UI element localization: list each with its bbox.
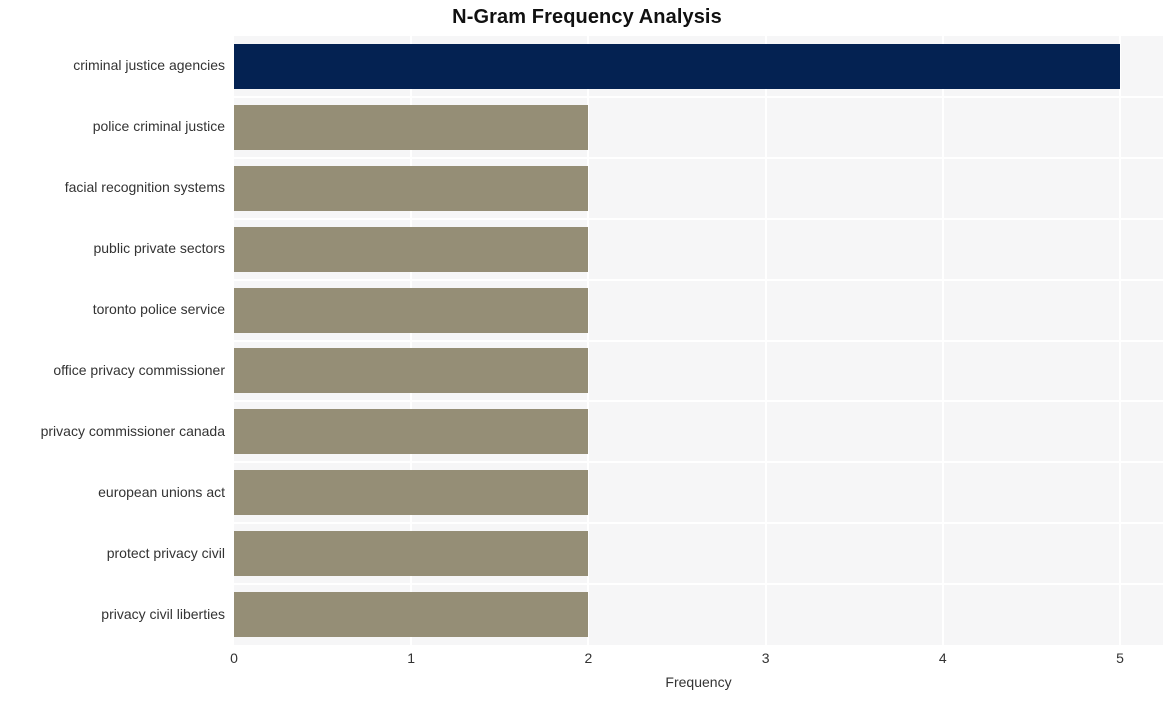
bar[interactable] <box>234 226 589 272</box>
grid-line-horizontal <box>234 522 1163 525</box>
bar[interactable] <box>234 470 589 516</box>
x-tick-label: 3 <box>761 650 770 666</box>
y-tick-label: protect privacy civil <box>106 544 225 561</box>
bar[interactable] <box>234 348 589 394</box>
bar[interactable] <box>234 165 589 211</box>
grid-line-horizontal <box>234 400 1163 403</box>
chart-title: N-Gram Frequency Analysis <box>452 6 722 28</box>
x-tick-label: 2 <box>584 650 593 666</box>
y-tick-label: privacy commissioner canada <box>40 422 225 439</box>
grid-line-horizontal <box>234 95 1163 98</box>
y-tick-label: office privacy commissioner <box>53 361 225 378</box>
grid-line-horizontal <box>234 461 1163 464</box>
y-tick-label: privacy civil liberties <box>101 605 225 622</box>
y-tick-label: european unions act <box>98 483 225 500</box>
bar[interactable] <box>234 104 589 150</box>
grid-line-horizontal <box>234 583 1163 586</box>
x-tick-label: 1 <box>407 650 416 666</box>
y-tick-label: police criminal justice <box>92 118 225 135</box>
grid-line-horizontal <box>234 217 1163 220</box>
grid-line-horizontal <box>234 278 1163 281</box>
y-tick-label: public private sectors <box>93 240 225 257</box>
grid-line-horizontal <box>234 339 1163 342</box>
bar[interactable] <box>234 287 589 333</box>
y-tick-label: criminal justice agencies <box>73 57 225 74</box>
chart-figure: N-Gram Frequency Analysis criminal justi… <box>0 0 1174 701</box>
bar[interactable] <box>234 409 589 455</box>
x-tick-label: 4 <box>938 650 947 666</box>
y-tick-label: toronto police service <box>92 301 225 318</box>
x-tick-label: 0 <box>230 650 238 666</box>
y-tick-label: facial recognition systems <box>64 179 225 196</box>
x-tick-label: 5 <box>1116 650 1124 666</box>
bar[interactable] <box>234 592 589 638</box>
bar[interactable] <box>234 43 1120 89</box>
grid-line-horizontal <box>234 156 1163 159</box>
plot-area <box>234 36 1163 645</box>
x-axis-label: Frequency <box>665 674 732 690</box>
bar[interactable] <box>234 531 589 577</box>
